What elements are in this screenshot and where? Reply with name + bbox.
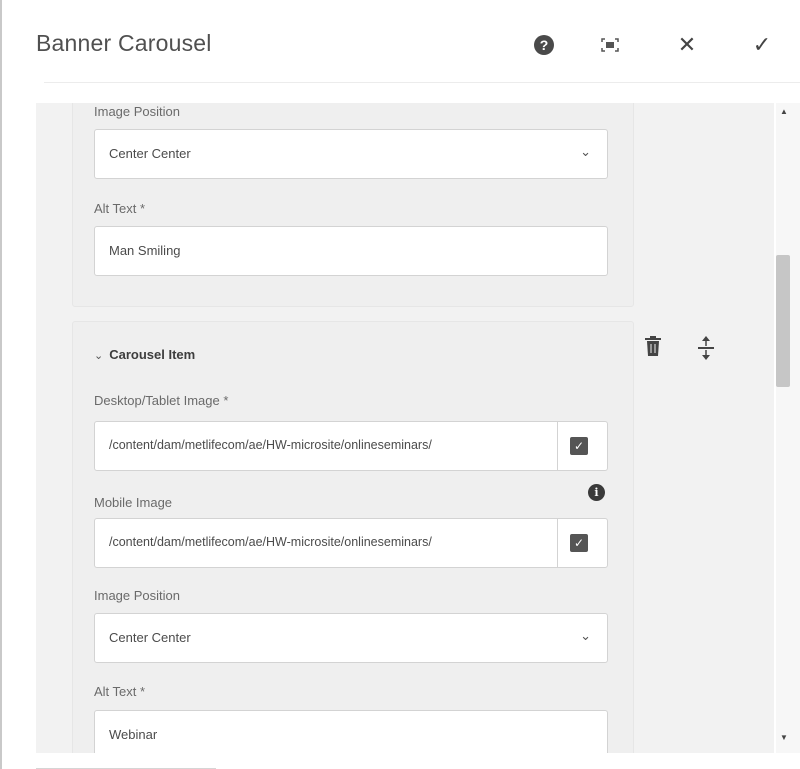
dialog-content: Image Position Center Center ⌄ Alt Text … — [36, 103, 774, 753]
field-divider — [557, 519, 558, 567]
checkbox-icon[interactable]: ✓ — [570, 437, 588, 455]
image-position-value: Center Center — [109, 630, 191, 645]
close-button[interactable]: ✕ — [674, 32, 700, 58]
alt-text-value: Webinar — [109, 727, 158, 742]
scrollbar-track[interactable] — [776, 103, 800, 753]
image-position-label: Image Position — [94, 588, 180, 603]
checkmark-icon: ✓ — [752, 32, 772, 57]
help-icon: ? — [534, 35, 554, 55]
alt-text-field[interactable]: Man Smiling — [94, 226, 608, 276]
scroll-down-arrow[interactable]: ▼ — [780, 733, 788, 742]
mobile-image-field[interactable]: /content/dam/metlifecom/ae/HW-microsite/… — [94, 518, 608, 568]
image-position-select[interactable]: Center Center ⌄ — [94, 129, 608, 179]
done-button[interactable]: ✓ — [749, 32, 775, 58]
help-button[interactable]: ? — [531, 32, 557, 58]
checkbox-icon[interactable]: ✓ — [570, 534, 588, 552]
alt-text-value: Man Smiling — [109, 243, 181, 258]
image-position-value: Center Center — [109, 146, 191, 161]
delete-item-button[interactable] — [643, 335, 665, 361]
chevron-down-icon: ⌄ — [94, 350, 104, 362]
image-position-label: Image Position — [94, 104, 180, 119]
fullscreen-button[interactable] — [597, 32, 623, 58]
field-divider — [557, 422, 558, 470]
alt-text-field[interactable]: Webinar — [94, 710, 608, 753]
desktop-image-value: /content/dam/metlifecom/ae/HW-microsite/… — [109, 438, 432, 452]
dialog-header: Banner Carousel ? ✕ ✓ — [2, 0, 800, 82]
mobile-image-value: /content/dam/metlifecom/ae/HW-microsite/… — [109, 535, 432, 549]
dialog-title: Banner Carousel — [36, 30, 212, 56]
banner-carousel-dialog: Banner Carousel ? ✕ ✓ Image Position Cen… — [0, 0, 800, 769]
scroll-up-arrow[interactable]: ▲ — [780, 107, 788, 116]
desktop-image-field[interactable]: /content/dam/metlifecom/ae/HW-microsite/… — [94, 421, 608, 471]
trash-icon — [645, 336, 661, 356]
carousel-item-toggle[interactable]: ⌄ Carousel Item — [94, 347, 195, 362]
fullscreen-icon — [601, 38, 619, 52]
mobile-image-label: Mobile Image — [94, 495, 173, 510]
alt-text-label: Alt Text * — [94, 201, 146, 216]
alt-text-label: Alt Text * — [94, 684, 146, 699]
scrollbar-thumb[interactable] — [776, 255, 790, 387]
left-border — [0, 0, 2, 769]
chevron-down-icon: ⌄ — [580, 144, 591, 159]
header-divider — [44, 82, 800, 83]
info-icon[interactable]: i — [588, 484, 605, 501]
chevron-down-icon: ⌄ — [580, 628, 591, 643]
close-icon: ✕ — [677, 32, 697, 57]
carousel-item-title: Carousel Item — [109, 347, 196, 362]
reorder-handle[interactable] — [696, 335, 718, 361]
image-position-select[interactable]: Center Center ⌄ — [94, 613, 608, 663]
move-handle-icon — [698, 336, 714, 360]
desktop-image-label: Desktop/Tablet Image * — [94, 393, 229, 408]
